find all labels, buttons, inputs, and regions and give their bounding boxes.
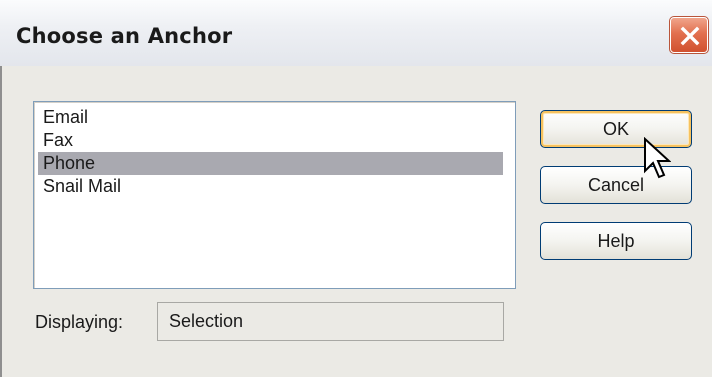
arrow-pointer-icon [644,137,671,179]
choose-anchor-dialog: Choose an Anchor Email Fax Phone Snail M… [0,0,712,377]
list-item-snail-mail[interactable]: Snail Mail [38,175,503,198]
title-bar[interactable]: Choose an Anchor [0,0,712,67]
list-item-phone[interactable]: Phone [38,152,503,175]
close-button[interactable] [669,16,709,54]
close-x-icon [680,26,700,46]
list-item-email[interactable]: Email [38,106,503,129]
anchor-listbox[interactable]: Email Fax Phone Snail Mail [33,101,516,289]
displaying-field: Selection [157,302,504,341]
help-button[interactable]: Help [540,222,692,260]
dialog-title: Choose an Anchor [16,24,233,48]
displaying-label: Displaying: [35,312,124,332]
list-item-fax[interactable]: Fax [38,129,503,152]
